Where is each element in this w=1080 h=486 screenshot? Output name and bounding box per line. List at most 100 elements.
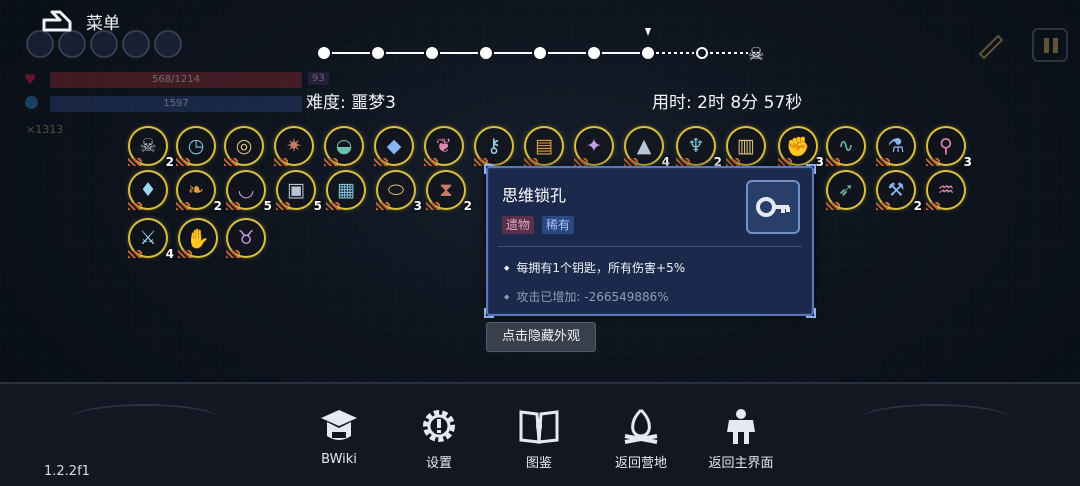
relic-slot[interactable]: ✷ — [274, 126, 314, 166]
corner-deco — [484, 164, 494, 174]
ornament — [860, 404, 1010, 434]
floor-progress-track: ☠ — [318, 28, 764, 65]
corner-deco — [806, 164, 816, 174]
relic-count: 5 — [263, 199, 272, 213]
nav-return-camp[interactable]: 返回营地 — [606, 406, 676, 471]
relic-name: 思维锁孔 — [502, 186, 567, 205]
relic-slot[interactable]: ⬭ 3 — [376, 170, 422, 213]
track-node — [696, 47, 708, 59]
edit-icon[interactable] — [972, 28, 1008, 62]
relic-effect: 每拥有1个钥匙，所有伤害+5% — [504, 259, 685, 276]
relic-slot[interactable]: ✊ 3 — [778, 126, 824, 169]
relic-stat: 攻击已增加: -266549886% — [504, 288, 668, 305]
relic-slot[interactable]: ⚗ — [876, 126, 916, 166]
hide-appearance-button[interactable]: 点击隐藏外观 — [486, 322, 596, 352]
ornament — [70, 404, 220, 434]
level-badge: 93 — [308, 72, 329, 85]
elapsed-time: 用时: 2时 8分 57秒 — [652, 93, 803, 113]
track-node — [642, 47, 654, 59]
bottom-nav: BWiki 设置 图鉴 返回营地 返回主界面 — [0, 382, 1080, 486]
mp-bar: 1597 — [50, 96, 302, 112]
nav-codex[interactable]: 图鉴 — [504, 406, 574, 471]
game-screen: ♥ 568/1214 93 1597 ×1313 菜单 ☠ 难度: 噩梦3 用时… — [0, 0, 1080, 486]
relic-slot[interactable]: ♦ — [128, 170, 168, 210]
relic-slot[interactable]: ⧗ 2 — [426, 170, 472, 213]
relic-stack-marker — [376, 202, 390, 210]
relic-stack-marker — [876, 158, 890, 166]
relic-slot[interactable]: ♉ — [226, 218, 266, 258]
skill-slot — [58, 30, 86, 58]
relic-count: 3 — [413, 199, 422, 213]
mana-orb-icon — [25, 96, 38, 109]
skill-slot — [90, 30, 118, 58]
relic-stack-marker — [128, 202, 142, 210]
relic-slot[interactable]: ◆ — [374, 126, 414, 166]
pause-button[interactable] — [1032, 28, 1068, 62]
relic-stack-marker — [326, 202, 340, 210]
gold-count: ×1313 — [26, 123, 64, 136]
relic-stack-marker — [226, 250, 240, 258]
relic-slot[interactable]: ◒ — [324, 126, 364, 166]
player-hud: ♥ 568/1214 93 1597 ×1313 — [22, 30, 329, 136]
relic-slot[interactable]: ✦ — [574, 126, 614, 166]
statue-icon — [727, 409, 755, 444]
divider — [498, 246, 802, 247]
relic-count: 2 — [213, 199, 222, 213]
nav-bwiki[interactable]: BWiki — [304, 406, 374, 467]
track-node — [372, 47, 384, 59]
relic-slot[interactable]: ♆ 2 — [676, 126, 722, 169]
relic-slot[interactable]: ▲ 4 — [624, 126, 670, 169]
skull-icon: ☠ — [748, 44, 764, 65]
version-label: 1.2.2f1 — [44, 464, 90, 479]
relic-slot[interactable]: ♒ — [926, 170, 966, 210]
relic-slot[interactable]: ✋ — [178, 218, 218, 258]
relic-count: 5 — [313, 199, 322, 213]
track-node — [588, 47, 600, 59]
relic-slot[interactable]: ➶ — [826, 170, 866, 210]
campfire-icon — [624, 408, 658, 444]
gear-icon — [423, 410, 455, 442]
relic-stack-marker — [128, 158, 142, 166]
track-node — [318, 47, 330, 59]
relic-slot[interactable]: ❧ 2 — [176, 170, 222, 213]
relic-slot[interactable]: ☠ 2 — [128, 126, 174, 169]
relic-stack-marker — [424, 158, 438, 166]
back-arrow-icon — [42, 10, 72, 32]
rarity-tag: 稀有 — [542, 216, 575, 234]
relic-stack-marker — [426, 202, 440, 210]
track-node — [480, 47, 492, 59]
relic-stack-marker — [524, 158, 538, 166]
relic-slot[interactable]: ⚲ 3 — [926, 126, 972, 169]
relic-slot[interactable]: ⚒ 2 — [876, 170, 922, 213]
relic-stack-marker — [274, 158, 288, 166]
relic-slot[interactable]: ▦ — [326, 170, 366, 210]
relic-stack-marker — [128, 250, 142, 258]
menu-button[interactable]: 菜单 — [40, 8, 120, 34]
skill-slot — [122, 30, 150, 58]
relic-slot[interactable]: ◷ — [176, 126, 216, 166]
type-tag: 遗物 — [502, 216, 535, 234]
skill-slot — [26, 30, 54, 58]
relic-stack-marker — [574, 158, 588, 166]
graduation-cap-icon — [321, 410, 357, 440]
relic-slot[interactable]: ◡ 5 — [226, 170, 272, 213]
relic-slot[interactable]: ▤ — [524, 126, 564, 166]
relic-slot[interactable]: ⚔ 4 — [128, 218, 174, 261]
relic-stack-marker — [324, 158, 338, 166]
relic-slot[interactable]: ⚷ — [474, 126, 514, 166]
relic-slot[interactable]: ∿ — [826, 126, 866, 166]
relic-count: 2 — [165, 155, 174, 169]
relic-count: 2 — [463, 199, 472, 213]
difficulty-label: 难度: 噩梦3 — [306, 93, 396, 113]
relic-stack-marker — [276, 202, 290, 210]
nav-label: 返回主界面 — [708, 456, 774, 471]
relic-slot[interactable]: ▣ 5 — [276, 170, 322, 213]
book-icon — [519, 410, 559, 444]
nav-settings[interactable]: 设置 — [404, 406, 474, 471]
nav-return-main[interactable]: 返回主界面 — [704, 406, 778, 471]
relic-stack-marker — [624, 158, 638, 166]
relic-slot[interactable]: ▥ — [726, 126, 766, 166]
relic-slot[interactable]: ❦ — [424, 126, 464, 166]
relic-slot[interactable]: ◎ — [224, 126, 264, 166]
relic-stack-marker — [826, 202, 840, 210]
